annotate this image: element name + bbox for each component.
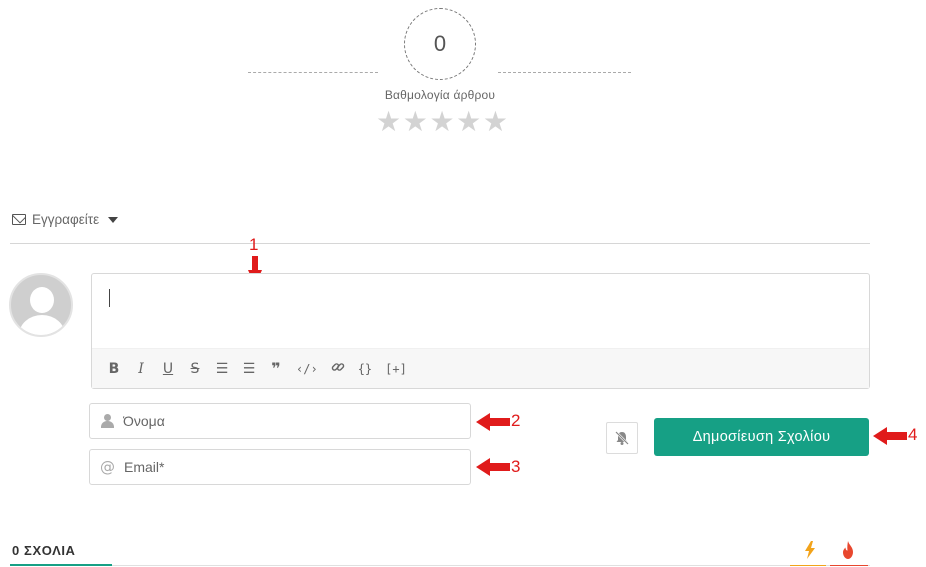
- comment-editor[interactable]: B I U S ☰ ☰ ❞ ‹/› {} [+]: [91, 273, 870, 389]
- fire-icon[interactable]: [838, 539, 858, 561]
- annotation-number-2: 2: [511, 411, 521, 430]
- mute-notifications-button[interactable]: [606, 422, 638, 454]
- email-field[interactable]: @: [89, 449, 471, 485]
- unordered-list-button[interactable]: ☰: [242, 361, 256, 377]
- underline-button[interactable]: U: [161, 361, 175, 377]
- bell-slash-icon: [615, 431, 629, 445]
- italic-button[interactable]: I: [134, 361, 148, 377]
- link-icon: [331, 362, 344, 371]
- at-sign-icon: @: [100, 457, 115, 476]
- star-5[interactable]: ★: [483, 108, 508, 136]
- subscribe-dropdown[interactable]: Εγγραφείτε: [12, 212, 119, 227]
- name-field[interactable]: [89, 403, 471, 439]
- strikethrough-button[interactable]: S: [188, 361, 202, 377]
- blockquote-button[interactable]: ❞: [269, 359, 283, 378]
- code-block-button[interactable]: {}: [358, 362, 372, 376]
- comments-tab-indicator: [10, 564, 112, 566]
- annotation-arrow-left-icon: [476, 413, 510, 431]
- rating-divider-left: [248, 72, 378, 73]
- sort-hottest-underline: [830, 565, 868, 566]
- annotation-number-1: 1: [249, 235, 259, 254]
- user-icon: [100, 414, 114, 428]
- star-4[interactable]: ★: [456, 108, 481, 136]
- name-input[interactable]: [123, 413, 443, 429]
- text-caret: [109, 289, 110, 307]
- rating-divider-right: [498, 72, 631, 73]
- annotation-number-3: 3: [511, 457, 521, 476]
- rating-label: Βαθμολογία άρθρου: [384, 88, 496, 102]
- avatar: [9, 273, 73, 337]
- annotation-arrow-left-icon: [873, 427, 907, 445]
- spoiler-button[interactable]: [+]: [385, 362, 407, 376]
- code-button[interactable]: ‹/›: [296, 362, 318, 376]
- link-button[interactable]: [331, 360, 345, 378]
- annotation-arrow-left-icon: [476, 458, 510, 476]
- annotation-number-4: 4: [908, 425, 918, 444]
- bold-button[interactable]: B: [107, 361, 121, 377]
- subscribe-divider: [10, 243, 870, 244]
- editor-toolbar: B I U S ☰ ☰ ❞ ‹/› {} [+]: [92, 348, 869, 388]
- comments-count: 0 ΣΧΟΛΙΑ: [12, 543, 76, 558]
- star-3[interactable]: ★: [429, 108, 454, 136]
- star-2[interactable]: ★: [403, 108, 428, 136]
- rating-stars: ★ ★ ★ ★ ★: [376, 108, 508, 136]
- comments-divider: [10, 565, 870, 566]
- caret-down-icon: [108, 216, 119, 223]
- bolt-icon[interactable]: [800, 539, 820, 561]
- ordered-list-button[interactable]: ☰: [215, 361, 229, 377]
- envelope-icon: [12, 214, 26, 225]
- email-input[interactable]: [124, 459, 444, 475]
- subscribe-label: Εγγραφείτε: [32, 212, 100, 227]
- submit-comment-button[interactable]: Δημοσίευση Σχολίου: [654, 418, 869, 456]
- sort-newest-underline: [790, 565, 826, 566]
- rating-score: 0: [404, 8, 476, 80]
- star-1[interactable]: ★: [376, 108, 401, 136]
